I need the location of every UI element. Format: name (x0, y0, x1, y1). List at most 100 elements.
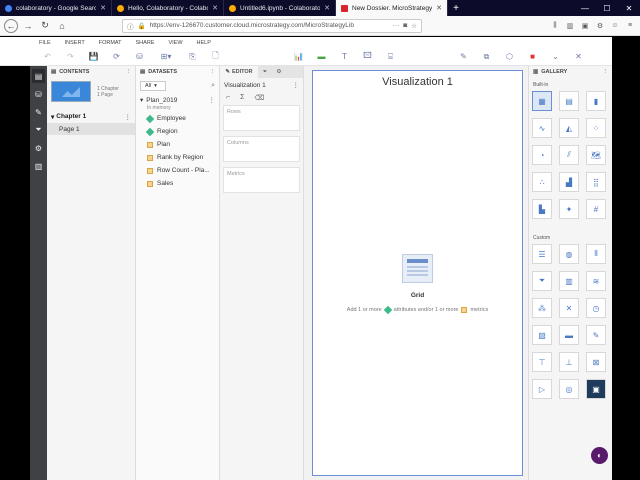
browser-tab-2[interactable]: Hello, Colaboratory - Colabora ✕ (112, 0, 224, 16)
sankey-icon[interactable]: ◍ (559, 244, 579, 264)
scatter-icon[interactable]: ∴ (532, 172, 552, 192)
close-icon[interactable]: ✕ (324, 4, 330, 12)
collapse-icon[interactable]: ⌄ (544, 50, 567, 64)
datasets-icon[interactable]: ⛁ (32, 87, 45, 101)
theme-icon[interactable]: ⬡ (498, 50, 521, 64)
metrics-drop-zone[interactable]: Metrics (223, 167, 300, 193)
more-icon[interactable]: ⋮ (126, 69, 132, 75)
bubble-chart-icon[interactable]: ⁘ (586, 118, 606, 138)
stacked-bar-icon[interactable]: ▥ (559, 271, 579, 291)
tab-editor[interactable]: ✎ EDITOR (220, 66, 258, 78)
library-icon[interactable]: ⫼ (549, 20, 561, 32)
pen-icon[interactable]: ✎ (586, 325, 606, 345)
hamburger-menu-icon[interactable]: ≡ (624, 20, 636, 32)
visualization-title[interactable]: Visualization 1 (313, 76, 522, 88)
swap-icon[interactable]: ⌐ (226, 94, 230, 101)
minimize-icon[interactable]: — (574, 0, 596, 16)
columns-drop-zone[interactable]: Columns (223, 136, 300, 162)
browser-tab-4[interactable]: New Dossier. MicroStrategy ✕ (336, 0, 448, 16)
heatmap-icon[interactable]: ⣿ (586, 172, 606, 192)
hierarchy-icon[interactable]: ⊥ (559, 352, 579, 372)
format-icon[interactable]: ⚙ (32, 141, 45, 155)
menu-file[interactable]: FILE (39, 40, 51, 46)
sidebar-icon[interactable]: ▥ (564, 20, 576, 32)
contents-icon[interactable]: ▤ (32, 69, 45, 83)
page-item[interactable]: Page 1 (47, 123, 135, 135)
image-viz-icon[interactable]: ▣ (586, 379, 606, 399)
chevron-down-icon[interactable]: ▾ (51, 113, 54, 121)
account-icon[interactable]: ☺ (609, 20, 621, 32)
reload-icon[interactable]: ↻ (38, 19, 52, 33)
forward-icon[interactable]: → (21, 19, 35, 33)
layout-icon[interactable]: ✎ (452, 50, 475, 64)
tree-icon[interactable]: ⊤ (532, 352, 552, 372)
eraser-icon[interactable]: ⌫ (254, 94, 264, 102)
close-window-icon[interactable]: ✕ (618, 0, 640, 16)
menu-dots-icon[interactable]: ··· (393, 22, 400, 29)
back-icon[interactable]: ← (4, 18, 18, 33)
menu-insert[interactable]: INSERT (65, 40, 85, 46)
menu-view[interactable]: VIEW (168, 40, 182, 46)
add-page-icon[interactable]: 🗋 (204, 50, 227, 64)
more-icon[interactable]: ⋮ (293, 81, 300, 89)
close-icon[interactable]: ✕ (567, 50, 590, 64)
play-icon[interactable]: ▷ (532, 379, 552, 399)
more-icon[interactable]: ⋮ (603, 69, 609, 75)
gantt-icon[interactable]: ▬ (559, 325, 579, 345)
extension-icon[interactable]: ⚙ (594, 20, 606, 32)
undo-icon[interactable]: ↶ (36, 50, 59, 64)
box-plot-icon[interactable]: ☰ (532, 244, 552, 264)
dataset-object-employee[interactable]: Employee (136, 112, 219, 125)
add-data-icon[interactable]: ⊞▾ (151, 50, 181, 64)
dataset-object-plan[interactable]: Plan (136, 138, 219, 151)
dataset-object-rank-by-region[interactable]: Rank by Region (136, 151, 219, 164)
dataset-object-region[interactable]: Region (136, 125, 219, 138)
chapter-item[interactable]: ▾ Chapter 1 ⋮ (47, 111, 135, 122)
insert-text-icon[interactable]: T (333, 50, 356, 64)
bookmark-star-icon[interactable]: ☆ (411, 22, 417, 30)
menu-help[interactable]: HELP (197, 40, 211, 46)
bar-chart-icon[interactable]: ▮ (586, 91, 606, 111)
funnel-icon[interactable]: ⏷ (532, 271, 552, 291)
insert-image-icon[interactable]: 🖾 (356, 50, 379, 64)
wave-icon[interactable]: ≋ (586, 271, 606, 291)
insert-visualization-icon[interactable]: 📊 (287, 50, 310, 64)
menu-share[interactable]: SHARE (136, 40, 155, 46)
rows-drop-zone[interactable]: Rows (223, 105, 300, 131)
more-icon[interactable]: ⋮ (209, 96, 220, 104)
map-icon[interactable]: 🗺 (586, 145, 606, 165)
help-bubble-button[interactable]: ◐ (591, 447, 608, 464)
area-chart-icon[interactable]: ◭ (559, 118, 579, 138)
gauge-icon[interactable]: ◷ (586, 298, 606, 318)
filter-icon[interactable]: ⏷ (32, 123, 45, 137)
geo-map-icon[interactable]: ✦ (559, 199, 579, 219)
container-icon[interactable]: ▣ (579, 20, 591, 32)
grid-viz-icon[interactable]: ▦ (532, 91, 552, 111)
line-chart-icon[interactable]: ∿ (532, 118, 552, 138)
dataset-name[interactable]: ▾ Plan_2019 ⋮ (136, 95, 219, 105)
sparkline-icon[interactable]: ⫴ (586, 244, 606, 264)
pie-chart-icon[interactable]: ◔ (532, 145, 552, 165)
word-cloud-icon[interactable]: ⁂ (532, 298, 552, 318)
combo-chart-icon[interactable]: ⫽ (559, 145, 579, 165)
network-icon[interactable]: ✕ (559, 298, 579, 318)
chevron-down-icon[interactable]: ▾ (140, 96, 143, 104)
close-icon[interactable]: ✕ (100, 4, 106, 12)
table-heat-icon[interactable]: ▧ (532, 325, 552, 345)
insert-filter-icon[interactable]: ▬ (310, 50, 333, 64)
close-icon[interactable]: ✕ (436, 4, 442, 12)
matrix-icon[interactable]: ⊠ (586, 352, 606, 372)
kpi-icon[interactable]: # (586, 199, 606, 219)
home-icon[interactable]: ⌂ (55, 19, 69, 33)
histogram-icon[interactable]: ▟ (559, 172, 579, 192)
tab-filter[interactable]: ⏷ (258, 66, 272, 78)
editor-icon[interactable]: ✎ (32, 105, 45, 119)
chapter-thumbnail-card[interactable]: 1 Chapter 1 Page (47, 78, 135, 105)
responsive-icon[interactable]: ⧉ (475, 50, 498, 64)
visualization-container[interactable]: Visualization 1 Grid Add 1 or more attri… (312, 70, 523, 476)
pocket-icon[interactable]: ◙ (403, 22, 407, 29)
search-icon[interactable]: ⌕ (211, 82, 215, 90)
save-icon[interactable]: 💾 (82, 50, 105, 64)
redo-icon[interactable]: ↷ (59, 50, 82, 64)
address-bar[interactable]: ⓘ 🔒 https://env-126670.customer.cloud.mi… (122, 18, 422, 33)
